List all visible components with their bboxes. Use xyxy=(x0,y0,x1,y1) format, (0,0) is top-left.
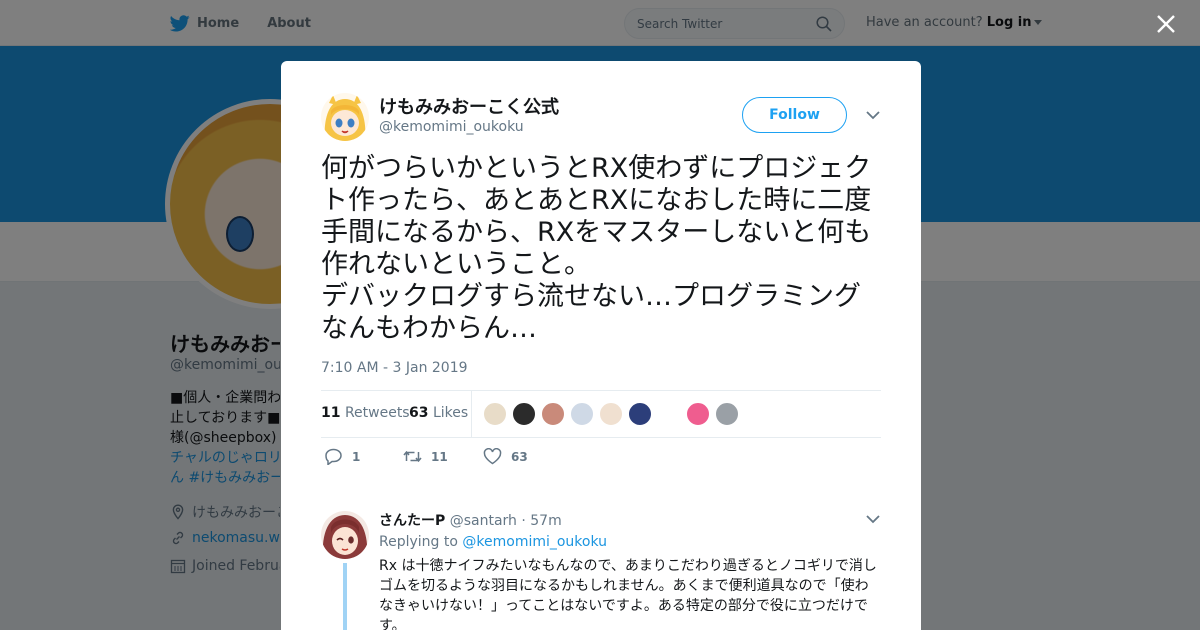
liker-avatar[interactable] xyxy=(483,402,507,426)
reply-author-name[interactable]: さんたーP xyxy=(379,513,445,529)
close-icon[interactable] xyxy=(1155,13,1177,35)
retweet-icon xyxy=(403,450,422,463)
reply-icon xyxy=(325,448,342,465)
author-handle[interactable]: @kemomimi_oukoku xyxy=(379,119,524,135)
reply-button[interactable]: 1 xyxy=(324,448,360,465)
retweets-count: 11 xyxy=(321,405,341,421)
likes-stat[interactable]: 63 Likes xyxy=(409,405,468,421)
likes-label: Likes xyxy=(432,405,469,421)
author-avatar[interactable] xyxy=(321,93,369,141)
retweet-button[interactable]: 11 xyxy=(403,448,448,465)
author-name[interactable]: けもみみおーこく公式 xyxy=(379,93,559,119)
chevron-down-icon[interactable] xyxy=(865,513,881,525)
reply-header: さんたーP @santarh · 57m xyxy=(379,510,562,530)
tweet-timestamp[interactable]: 7:10 AM - 3 Jan 2019 xyxy=(321,360,468,376)
reply-avatar-image xyxy=(321,511,369,559)
tweet-text: 何がつらいかというとRX使わずにプロジェクト作ったら、あとあとRXになおした時に… xyxy=(321,153,872,344)
liker-avatar[interactable] xyxy=(512,402,536,426)
tweet-modal: けもみみおーこく公式 @kemomimi_oukoku Follow 何がつらい… xyxy=(281,61,921,630)
stats-divider xyxy=(471,391,472,438)
heart-icon xyxy=(483,448,502,465)
like-count: 63 xyxy=(511,449,528,464)
tweet-actions: 1 11 63 xyxy=(321,448,881,470)
like-button[interactable]: 63 xyxy=(483,448,528,465)
retweets-stat[interactable]: 11 Retweets xyxy=(321,405,410,421)
retweets-label: Retweets xyxy=(344,405,410,421)
likes-count: 63 xyxy=(409,405,429,421)
liker-avatar[interactable] xyxy=(541,402,565,426)
liker-avatars xyxy=(483,402,744,426)
reply-time[interactable]: · 57m xyxy=(521,513,561,529)
replying-to-link[interactable]: @kemomimi_oukoku xyxy=(462,534,607,550)
author-avatar-image xyxy=(321,93,369,141)
tweet-stats: 11 Retweets 63 Likes xyxy=(321,390,881,438)
replying-prefix: Replying to xyxy=(379,534,458,550)
reply-count: 1 xyxy=(352,449,361,464)
liker-avatar[interactable] xyxy=(570,402,594,426)
reply-text: Rx は十徳ナイフみたいなもんなので、あまりこだわり過ぎるとノコギリで消しゴムを… xyxy=(379,558,877,630)
liker-avatar[interactable] xyxy=(628,402,652,426)
liker-avatar[interactable] xyxy=(657,402,681,426)
thread-connector xyxy=(343,563,347,630)
liker-avatar[interactable] xyxy=(599,402,623,426)
follow-button[interactable]: Follow xyxy=(742,97,847,133)
liker-avatar[interactable] xyxy=(686,402,710,426)
reply-author-avatar[interactable] xyxy=(321,511,369,559)
chevron-down-icon[interactable] xyxy=(865,109,881,121)
replying-to: Replying to @kemomimi_oukoku xyxy=(379,534,607,550)
liker-avatar[interactable] xyxy=(715,402,739,426)
reply-author-handle[interactable]: @santarh xyxy=(450,513,517,529)
retweet-count: 11 xyxy=(431,449,448,464)
